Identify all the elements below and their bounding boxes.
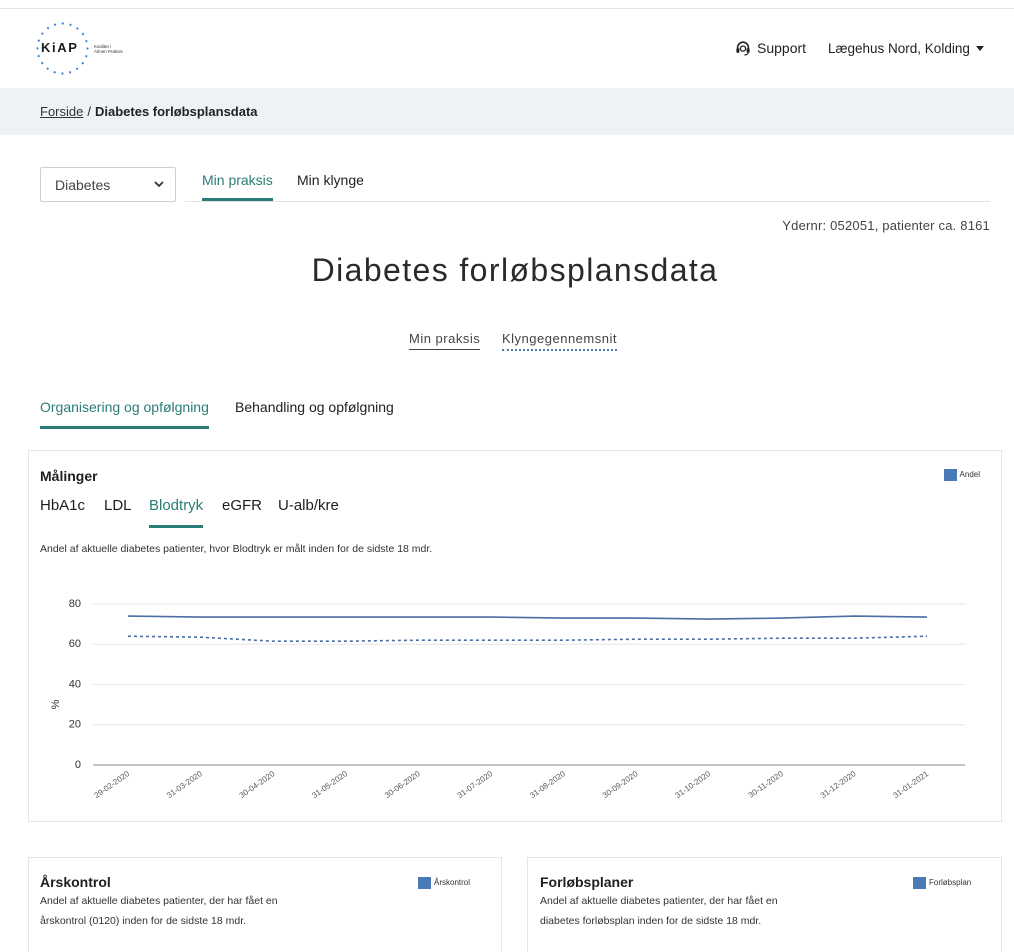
data-point[interactable]	[198, 614, 204, 620]
x-tick-label: 31-05-2020	[310, 769, 349, 800]
breadcrumb-current: Diabetes forløbsplansdata	[94, 104, 258, 119]
compare-link-min-praksis[interactable]: Min praksis	[409, 331, 481, 350]
line-chart: 0 20 40 60 80% 29-02-2020 31-03-2020 30-04-2020…	[50, 598, 965, 800]
breadcrumb: Forside / Diabetes forløbsplansdata	[0, 88, 1014, 135]
data-point[interactable]	[779, 635, 785, 641]
y-tick-label: 80	[69, 598, 81, 610]
tab-min-klynge[interactable]: Min klynge	[297, 168, 364, 201]
data-point[interactable]	[633, 636, 639, 642]
data-point[interactable]	[416, 614, 422, 620]
annual-control-card: Årskontrol Årskontrol Andel af aktuelle …	[28, 857, 502, 952]
measurements-card-title: Målinger	[40, 468, 98, 484]
x-tick-label: 30-11-2020	[747, 769, 786, 800]
x-tick-label: 29-02-2020	[92, 769, 131, 800]
care-plan-description: Andel af aktuelle diabetes patienter, de…	[540, 895, 778, 927]
clinic-menu-label: Lægehus Nord, Kolding	[828, 40, 970, 56]
data-point[interactable]	[416, 637, 422, 643]
tab-behandling[interactable]: Behandling og opfølgning	[235, 395, 394, 429]
measure-tab-egfr[interactable]: eGFR	[222, 495, 262, 528]
disease-select-value: Diabetes	[55, 176, 111, 193]
data-point[interactable]	[924, 614, 930, 620]
x-tick-label: 30-04-2020	[238, 769, 277, 800]
annual-control-description: Andel af aktuelle diabetes patienter, de…	[40, 895, 278, 927]
measure-tab-ldl[interactable]: LDL	[104, 495, 132, 528]
data-point[interactable]	[706, 616, 712, 622]
view-tabs: Min praksis Min klynge	[185, 164, 990, 202]
data-point[interactable]	[343, 614, 349, 620]
logo-tagline-line: Almen Praksis	[94, 49, 123, 54]
data-point[interactable]	[270, 638, 276, 644]
data-point[interactable]	[779, 615, 785, 621]
legend-swatch	[418, 877, 431, 889]
data-point[interactable]	[561, 615, 567, 621]
y-tick-label: 20	[69, 719, 81, 731]
top-divider	[0, 8, 1014, 9]
x-tick-label: 31-07-2020	[456, 769, 495, 800]
measure-tab-blodtryk[interactable]: Blodtryk	[149, 495, 204, 528]
measure-tab-u-alb-kre[interactable]: U-alb/kre	[278, 495, 339, 528]
legend-label: Årskontrol	[434, 878, 471, 887]
annual-control-title: Årskontrol	[40, 874, 111, 890]
caret-down-icon	[975, 45, 984, 51]
headset-icon	[736, 41, 750, 56]
y-tick-label: 40	[69, 678, 81, 690]
breadcrumb-separator: /	[87, 104, 91, 119]
legend-label: Forløbsplan	[929, 878, 972, 887]
data-point[interactable]	[488, 614, 494, 620]
x-tick-label: 30-06-2020	[383, 769, 422, 800]
data-point[interactable]	[561, 637, 567, 643]
measurements-description: Andel af aktuelle diabetes patienter, hv…	[40, 543, 433, 555]
tab-organisering[interactable]: Organisering og opfølgning	[40, 395, 209, 429]
compare-link-klyngegennemsnit[interactable]: Klyngegennemsnit	[502, 331, 617, 351]
care-plan-card: Forløbsplaner Forløbsplan Andel af aktue…	[527, 857, 1002, 952]
page-title: Diabetes forløbsplansdata	[311, 252, 719, 288]
x-tick-label: 31-03-2020	[165, 769, 204, 800]
logo-wordmark: KiAP	[40, 40, 80, 56]
provider-info: Ydernr: 052051, patienter ca. 8161	[782, 218, 990, 233]
legend-label: Andel	[959, 470, 980, 479]
measure-tab-hba1c[interactable]: HbA1c	[40, 495, 85, 528]
y-tick-label: 0	[75, 759, 81, 771]
legend-swatch	[943, 469, 957, 481]
data-point[interactable]	[851, 613, 857, 619]
chevron-down-icon	[154, 181, 164, 188]
data-point[interactable]	[270, 614, 276, 620]
data-point[interactable]	[488, 637, 494, 643]
data-point[interactable]	[125, 633, 131, 639]
data-point[interactable]	[125, 613, 131, 619]
x-tick-label: 31-12-2020	[819, 769, 858, 800]
x-tick-label: 30-09-2020	[601, 769, 640, 800]
data-point[interactable]	[343, 638, 349, 644]
care-plan-title: Forløbsplaner	[540, 874, 634, 890]
support-label: Support	[757, 40, 807, 56]
data-point[interactable]	[706, 636, 712, 642]
disease-select[interactable]: Diabetes	[40, 167, 176, 202]
series-line-andel	[127, 615, 928, 620]
annual-control-legend: Årskontrol	[418, 877, 470, 889]
data-point[interactable]	[633, 615, 639, 621]
data-point[interactable]	[851, 635, 857, 641]
series-line-dashed	[127, 635, 928, 642]
y-axis-label: %	[50, 699, 62, 709]
x-tick-label: 31-08-2020	[528, 769, 567, 800]
tab-min-praksis[interactable]: Min praksis	[202, 168, 273, 201]
data-point[interactable]	[924, 633, 930, 639]
logo-tagline: Kvalitet i Almen Praksis	[92, 43, 138, 55]
x-tick-label: 31-10-2020	[674, 769, 713, 800]
chart-legend: Andel	[943, 469, 980, 481]
kiap-logo[interactable]: KiAP Kvalitet i Almen Praksis	[34, 20, 144, 78]
measurements-card: Målinger Andel HbA1c LDL Blodtryk eGFR U…	[28, 450, 1002, 822]
support-link[interactable]: Support	[735, 39, 806, 57]
x-tick-label: 31-01-2021	[891, 769, 930, 800]
clinic-menu-dropdown[interactable]: Lægehus Nord, Kolding	[828, 39, 984, 57]
data-point[interactable]	[198, 634, 204, 640]
care-plan-legend: Forløbsplan	[913, 877, 971, 889]
y-tick-label: 60	[69, 638, 81, 650]
breadcrumb-home-link[interactable]: Forside	[40, 104, 83, 119]
legend-swatch	[913, 877, 926, 889]
